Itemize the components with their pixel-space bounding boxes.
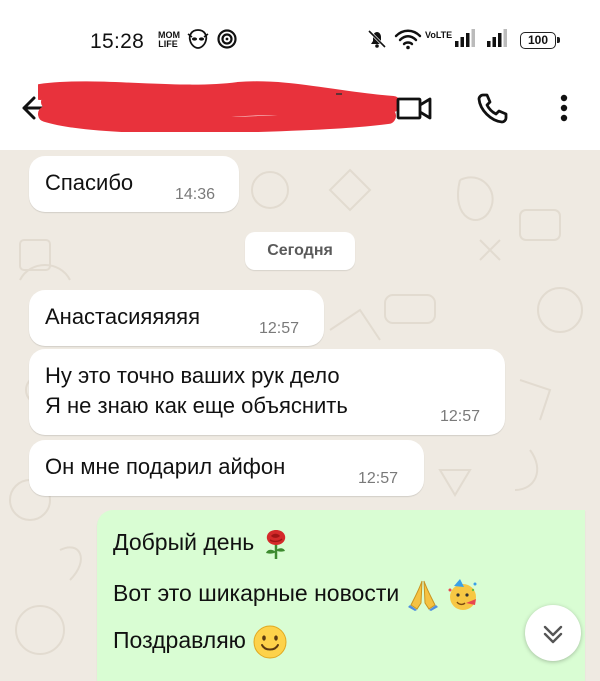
- folded-hands-emoji: [407, 580, 438, 611]
- message-time: 14:36: [175, 186, 216, 203]
- message-text: Он мне подарил айфон: [45, 454, 286, 479]
- message-bubble-incoming[interactable]: Ну это точно ваших рук дело Я не знаю ка…: [29, 349, 505, 435]
- phone-icon[interactable]: [471, 86, 515, 130]
- wifi-icon: [394, 29, 422, 50]
- contact-info[interactable]: [38, 80, 398, 132]
- double-chevron-down-icon: [543, 625, 563, 644]
- message-bubble-incoming[interactable]: Спасибо 14:36: [29, 156, 239, 212]
- volte-icon: VoLTE: [425, 30, 453, 40]
- smiling-face-emoji: [253, 625, 287, 659]
- message-bubble-incoming[interactable]: Он мне подарил айфон 12:57: [29, 440, 424, 496]
- signal-icon: [455, 29, 475, 47]
- message-bubble-incoming[interactable]: Анастасияяяяя 12:57: [29, 290, 324, 346]
- outgoing-line-2: Вот это шикарные новости: [113, 578, 480, 612]
- more-vert-icon[interactable]: [542, 86, 586, 130]
- message-time: 12:57: [358, 470, 399, 487]
- message-line-1: Ну это точно ваших рук дело: [45, 363, 340, 388]
- video-call-icon[interactable]: [392, 86, 436, 130]
- status-bar: 15:28 MOM LIFE VoLTE 100: [0, 0, 600, 78]
- mom-life-icon: MOM LIFE: [158, 30, 180, 49]
- status-time: 15:28: [90, 30, 145, 53]
- date-separator: Сегодня: [245, 232, 355, 270]
- redaction-scribble: [38, 81, 398, 132]
- signal-icon-2: [487, 29, 507, 47]
- message-bubble-outgoing[interactable]: Добрый день Вот это шикарные новости Поз…: [97, 510, 585, 681]
- mute-bell-icon: [367, 29, 387, 49]
- party-face-emoji: [448, 579, 477, 610]
- rose-emoji: [265, 530, 285, 559]
- message-time: 12:57: [259, 320, 300, 337]
- message-line-2: Я не знаю как еще объяснить: [45, 393, 348, 418]
- chat-header: [0, 78, 600, 150]
- chat-area[interactable]: Спасибо 14:36 Сегодня Анастасияяяяя 12:5…: [0, 150, 600, 681]
- outgoing-line-1: Добрый день: [113, 528, 291, 560]
- message-text: Анастасияяяяя: [45, 304, 200, 329]
- spiral-icon: [217, 29, 237, 49]
- outgoing-line-3: Поздравляю: [113, 624, 288, 660]
- message-text: Спасибо: [45, 170, 134, 195]
- battery-icon: 100: [520, 32, 560, 49]
- message-time: 12:57: [440, 408, 481, 425]
- alien-icon: [187, 29, 209, 49]
- scroll-to-bottom-button[interactable]: [525, 605, 581, 661]
